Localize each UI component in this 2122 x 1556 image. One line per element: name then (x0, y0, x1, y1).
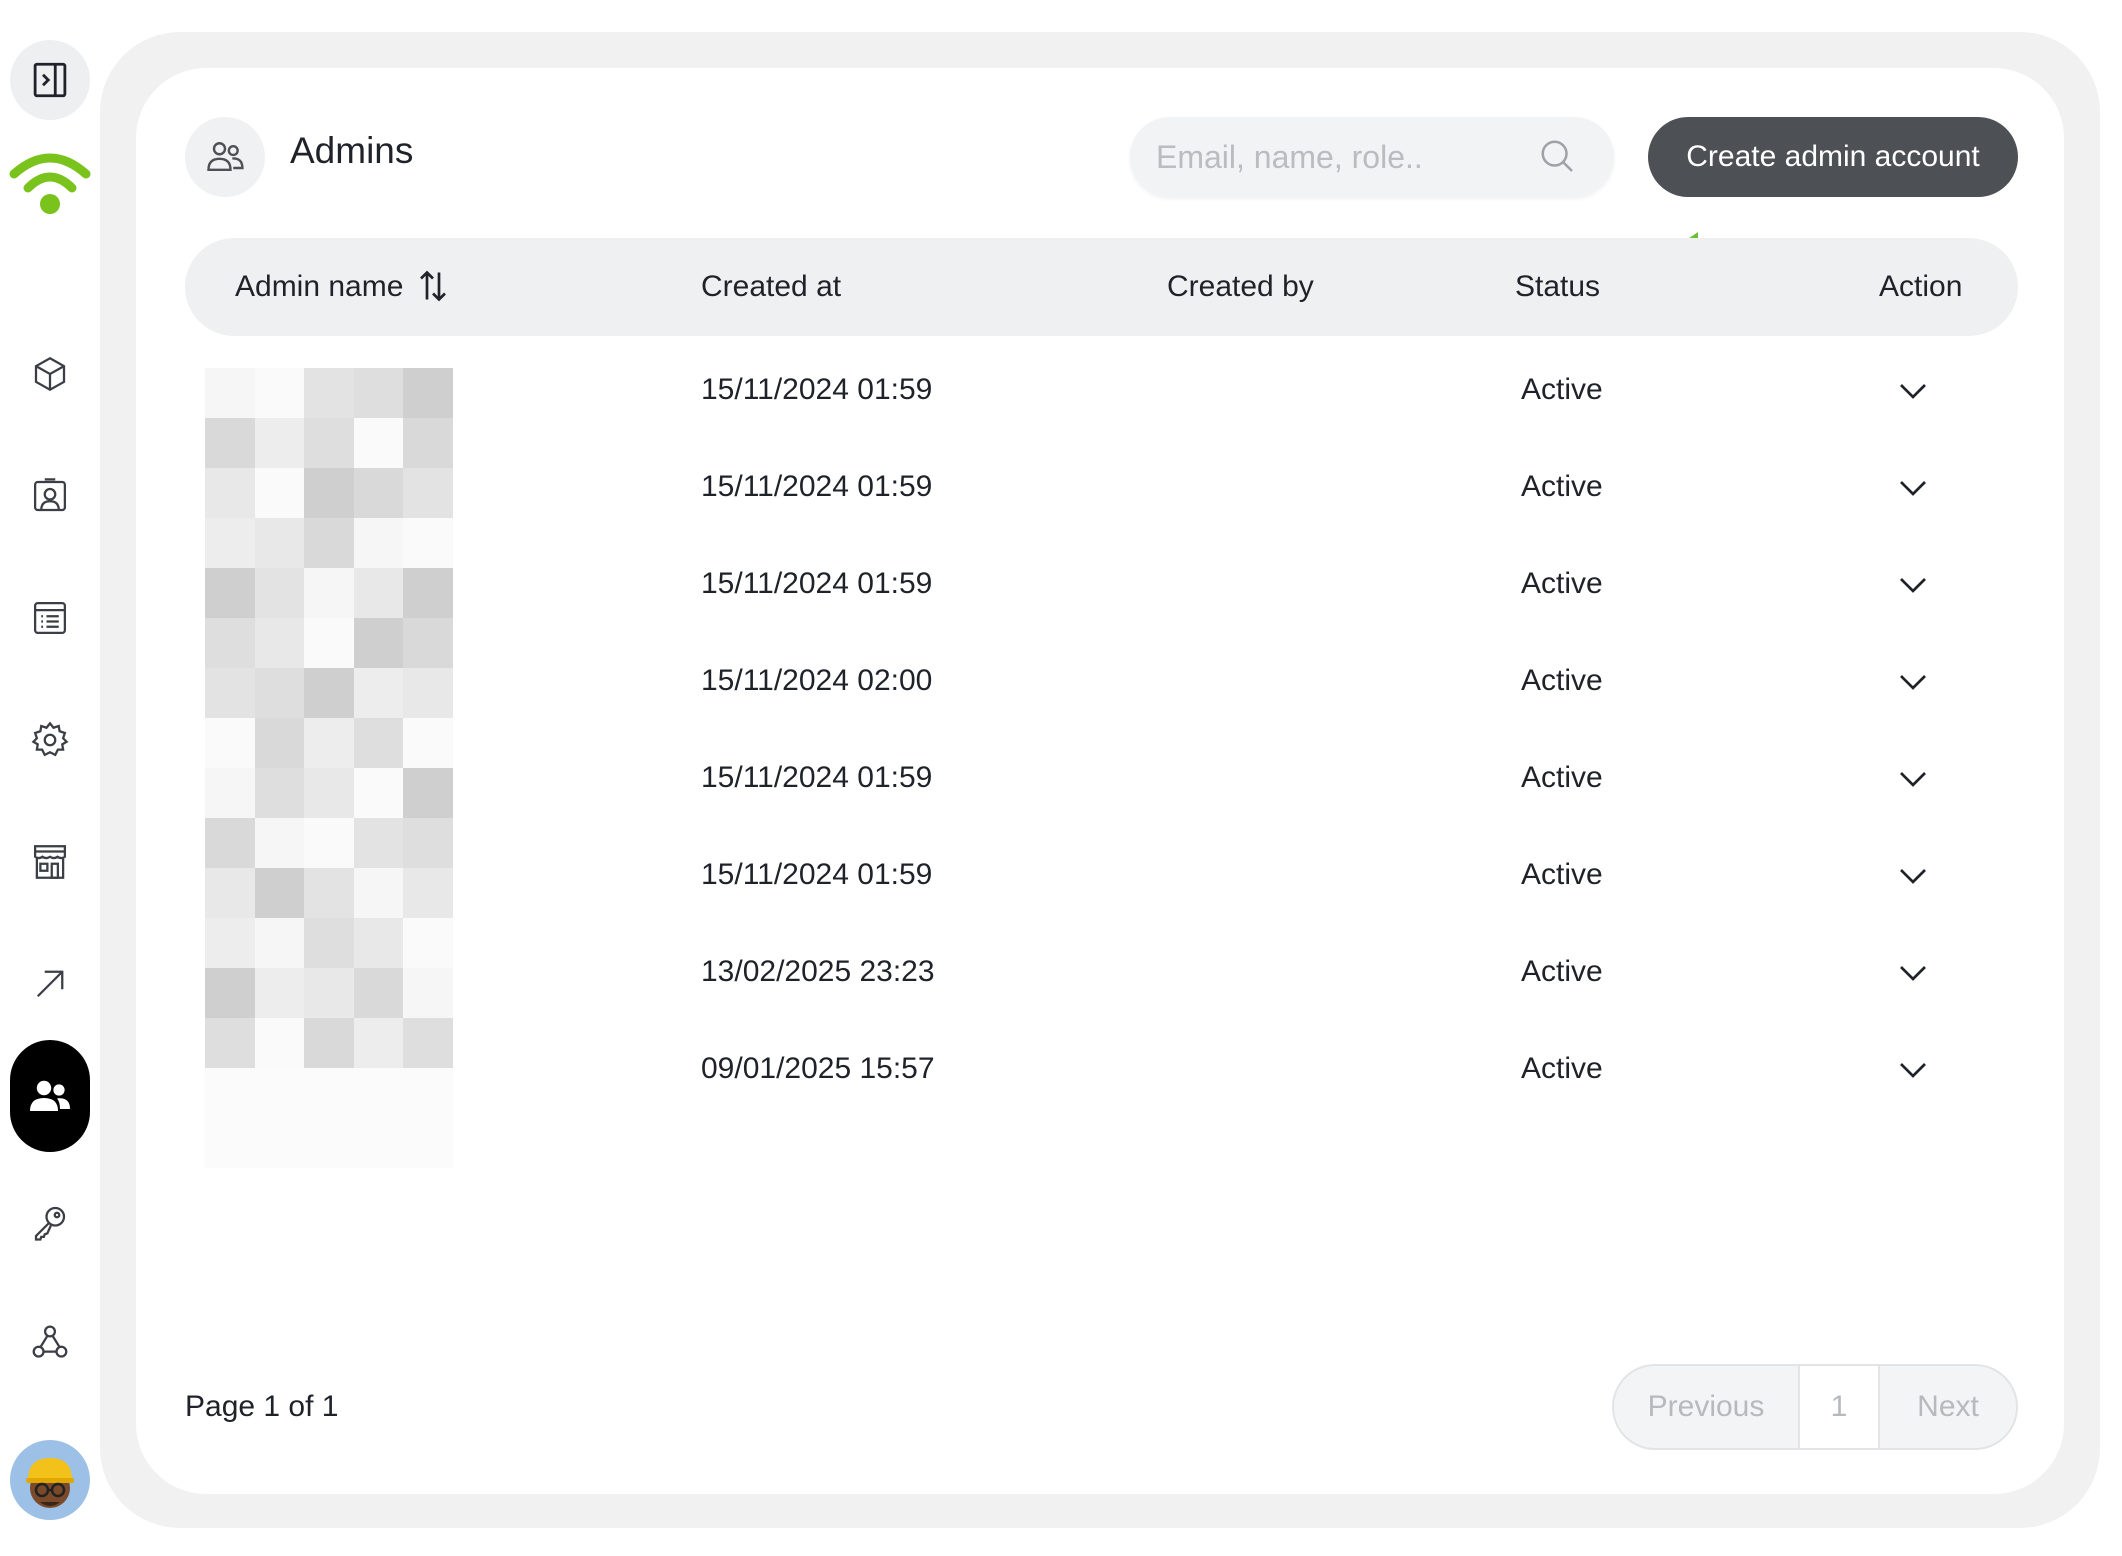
chevron-down-icon[interactable] (1895, 761, 1931, 797)
status-cell: Active (1521, 858, 1603, 891)
redaction-pixel (403, 1118, 453, 1168)
sidebar-item-redirects[interactable] (10, 944, 90, 1024)
created-at-cell: 15/11/2024 01:59 (701, 567, 933, 600)
redaction-pixel (304, 1118, 354, 1168)
pagination: Previous 1 Next (1612, 1364, 2018, 1450)
column-header-action: Action (1879, 270, 1963, 303)
sidebar-item-stores[interactable] (10, 822, 90, 902)
admins-header-icon (185, 117, 265, 197)
sidebar-item-admins[interactable] (10, 1040, 90, 1152)
users-outline-icon (207, 142, 244, 172)
status-cell: Active (1521, 1052, 1603, 1085)
page-info: Page 1 of 1 (185, 1390, 339, 1423)
table-row: 15/11/2024 01:59 Active (185, 828, 2018, 924)
created-at-cell: 15/11/2024 01:59 (701, 761, 933, 794)
chevron-down-icon[interactable] (1895, 567, 1931, 603)
created-at-cell: 15/11/2024 02:00 (701, 664, 933, 697)
page-number-button[interactable]: 1 (1800, 1366, 1880, 1448)
chevron-down-icon[interactable] (1895, 470, 1931, 506)
page-title: Admins (290, 130, 414, 171)
sort-icon[interactable] (415, 266, 451, 306)
chevron-down-icon[interactable] (1895, 1052, 1931, 1088)
avatar-icon (26, 1458, 74, 1508)
created-at-cell: 15/11/2024 01:59 (701, 470, 933, 503)
created-at-cell: 13/02/2025 23:23 (701, 955, 935, 988)
table-row: 15/11/2024 01:59 Active (185, 440, 2018, 536)
panel-toggle-icon (33, 62, 67, 98)
sidebar-item-webhooks[interactable] (10, 1302, 90, 1382)
column-header-status: Status (1515, 270, 1601, 303)
sidebar-item-products[interactable] (10, 334, 90, 414)
table-row: 13/02/2025 23:23 Active (185, 925, 2018, 1021)
status-cell: Active (1521, 761, 1603, 794)
list-icon (33, 601, 67, 635)
status-cell: Active (1521, 470, 1603, 503)
webhook-icon (32, 1325, 68, 1358)
created-at-cell: 15/11/2024 01:59 (701, 858, 933, 891)
table-row: 09/01/2025 15:57 Active (185, 1022, 2018, 1118)
sidebar-toggle-button[interactable] (10, 40, 90, 120)
status-cell: Active (1521, 955, 1603, 988)
status-cell: Active (1521, 567, 1603, 600)
contact-card-icon (33, 478, 67, 512)
redaction-pixel (205, 1118, 255, 1168)
key-icon (34, 1206, 66, 1241)
cube-icon (34, 356, 66, 392)
table-row: 15/11/2024 01:59 Active (185, 343, 2018, 439)
store-icon (33, 845, 67, 879)
chevron-down-icon[interactable] (1895, 664, 1931, 700)
previous-page-button[interactable]: Previous (1614, 1366, 1800, 1448)
chevron-down-icon[interactable] (1895, 858, 1931, 894)
sidebar-item-settings[interactable] (10, 700, 90, 780)
table-row: 15/11/2024 01:59 Active (185, 537, 2018, 633)
column-header-created-at: Created at (701, 270, 842, 303)
gear-icon (31, 721, 69, 757)
column-header-created-by: Created by (1167, 270, 1314, 303)
search-box[interactable] (1130, 117, 1614, 197)
chevron-down-icon[interactable] (1895, 373, 1931, 409)
table-header: Admin name Created at Created by Status … (185, 238, 2018, 336)
next-page-button[interactable]: Next (1880, 1366, 2016, 1448)
search-input[interactable] (1156, 117, 1546, 197)
created-at-cell: 09/01/2025 15:57 (701, 1052, 935, 1085)
sidebar (0, 0, 100, 1556)
status-cell: Active (1521, 664, 1603, 697)
wifi-logo-icon (9, 153, 91, 214)
user-avatar[interactable] (10, 1440, 90, 1520)
users-icon (30, 1080, 70, 1111)
table-row: 15/11/2024 02:00 Active (185, 634, 2018, 730)
redaction-pixel (254, 1118, 305, 1168)
sidebar-item-lists[interactable] (10, 578, 90, 658)
table-row: 15/11/2024 01:59 Active (185, 731, 2018, 827)
chevron-down-icon[interactable] (1895, 955, 1931, 991)
sidebar-item-api-keys[interactable] (10, 1182, 90, 1262)
arrow-up-right-icon (36, 970, 64, 998)
redaction-pixel (353, 1118, 404, 1168)
status-cell: Active (1521, 373, 1603, 406)
create-admin-button[interactable]: Create admin account (1648, 117, 2018, 197)
search-icon[interactable] (1538, 137, 1576, 175)
sidebar-item-contacts[interactable] (10, 456, 90, 536)
created-at-cell: 15/11/2024 01:59 (701, 373, 933, 406)
column-header-admin-name[interactable]: Admin name (235, 270, 403, 304)
